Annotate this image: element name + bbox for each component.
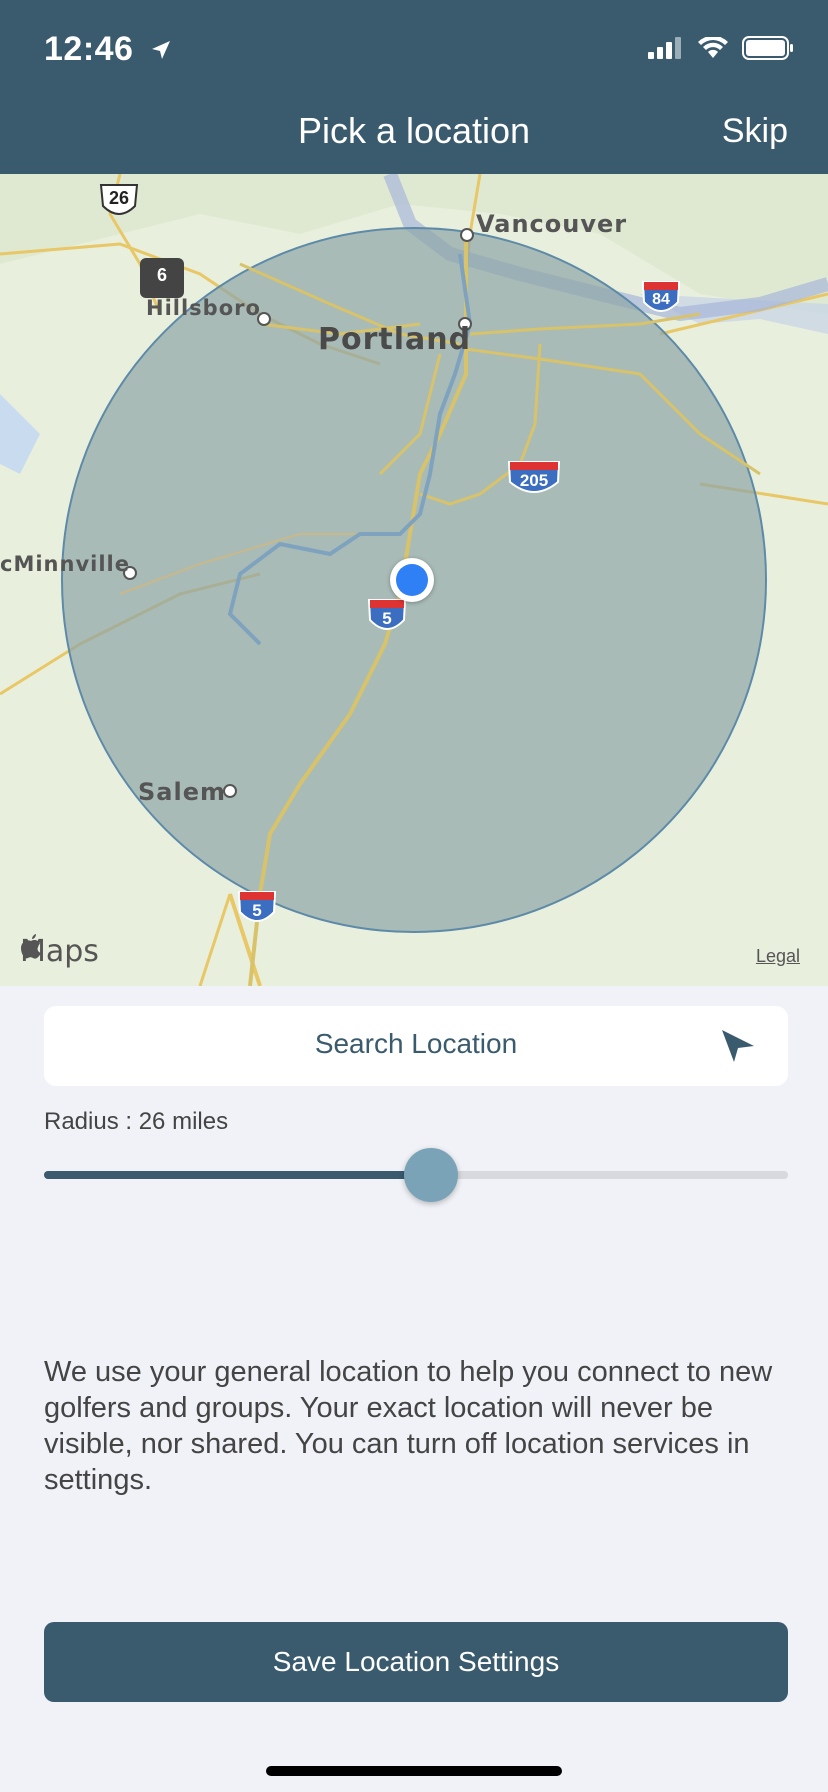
location-arrow-icon[interactable] [718,1026,758,1071]
highway-shield-i5-south: 5 [236,888,278,930]
slider-thumb[interactable] [403,1148,458,1202]
home-indicator [266,1766,562,1776]
save-location-settings-button[interactable]: Save Location Settings [44,1622,788,1702]
skip-button[interactable]: Skip [722,112,788,151]
highway-shield-i5-center: 5 [366,596,408,638]
highway-shield-i84: 84 [640,278,682,320]
page-title: Pick a location [297,110,531,151]
wifi-icon [698,35,728,64]
battery-icon [742,36,794,65]
map-label-vancouver: Vancouver [476,210,628,238]
status-icons [648,35,794,65]
location-services-icon [149,32,173,71]
status-time: 12:46 [44,30,173,71]
map-view[interactable]: Vancouver Portland Hillsboro cMinnville … [0,174,828,986]
slider-fill [44,1171,431,1179]
map-label-mcminnville: cMinnville [0,552,130,576]
location-info-text: We use your general location to help you… [44,1356,773,1496]
current-location-pin[interactable] [390,558,434,602]
current-location-dot [396,564,428,596]
search-location-button[interactable]: Search Location [44,1006,788,1086]
highway-shield-us26: 26 [98,182,140,222]
highway-shield-or6: 6 [140,258,184,298]
map-label-hillsboro: Hillsboro [146,296,261,320]
map-label-salem: Salem [138,778,226,806]
search-location-label: Search Location [314,1028,518,1059]
header: 12:46 Pick a location Skip [0,0,828,174]
apple-maps-logo: Maps [20,934,99,969]
status-time-text: 12:46 [44,30,134,68]
highway-shield-i205: 205 [506,458,562,502]
cellular-signal-icon [648,37,684,64]
map-label-portland: Portland [318,322,472,357]
radius-slider[interactable] [44,1148,788,1202]
radius-label: Radius : 26 miles [44,1108,229,1135]
legal-link[interactable]: Legal [756,946,800,967]
